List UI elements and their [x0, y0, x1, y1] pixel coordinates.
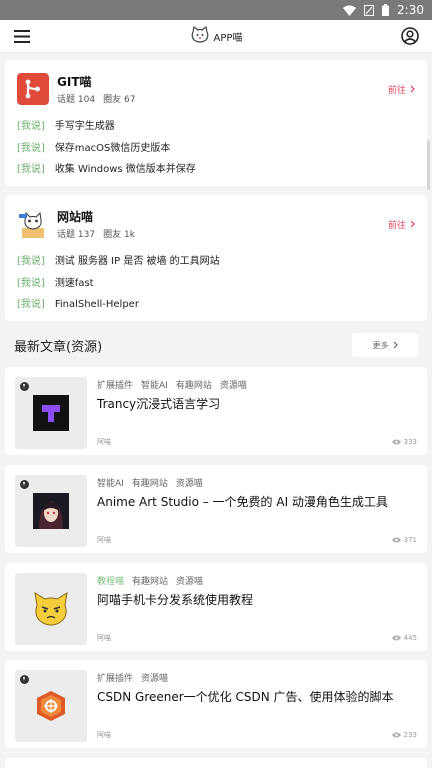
- tag[interactable]: 有趣网站: [132, 476, 168, 489]
- friend-count: 圈友 1k: [103, 229, 135, 240]
- app-brand: APP喵: [190, 25, 243, 47]
- post-item[interactable]: [我说] 测试 服务器 IP 是否 被墙 的工具网站: [17, 251, 415, 273]
- article-card[interactable]: 教程喵 有趣网站 资源喵 阿喵手机卡分发系统使用教程 阿喵 445: [5, 563, 427, 651]
- tag[interactable]: 有趣网站: [132, 574, 168, 587]
- view-count: 445: [391, 633, 417, 643]
- article-title[interactable]: Trancy沉浸式语言学习: [97, 395, 417, 412]
- status-bar: 2:30: [0, 0, 432, 20]
- signal-icon: [364, 4, 375, 16]
- circle-card-website: 网站喵 话题 137 圈友 1k 前往 [我说] 测试 服务器 IP 是否 被墙 …: [5, 195, 427, 321]
- anime-character-image: [33, 493, 69, 529]
- article-author: 阿喵: [97, 438, 111, 446]
- latest-articles-header: 最新文章(资源) 更多: [14, 332, 418, 358]
- goto-link[interactable]: 前往: [388, 218, 415, 231]
- circle-name[interactable]: GIT喵: [57, 74, 388, 90]
- article-tags: 扩展插件 资源喵: [97, 670, 417, 684]
- eye-icon: [391, 732, 401, 738]
- article-card[interactable]: 智能AI 有趣网站 资源喵 Anime Art Studio – 一个免费的 A…: [5, 465, 427, 553]
- article-tags: 智能AI 有趣网站 资源喵: [97, 475, 417, 489]
- topic-count: 话题 137: [57, 229, 96, 240]
- article-author: 阿喵: [97, 731, 111, 739]
- tag[interactable]: 资源喵: [220, 378, 247, 391]
- eye-icon: [391, 537, 401, 543]
- article-tags: 教程喵 有趣网站 资源喵: [97, 573, 417, 587]
- download-icon: [20, 480, 29, 489]
- menu-icon: [14, 29, 30, 43]
- article-card[interactable]: 扩展插件 资源喵 CSDN Greener一个优化 CSDN 广告、使用体验的脚…: [5, 660, 427, 748]
- tag[interactable]: 资源喵: [176, 476, 203, 489]
- tag[interactable]: 扩展插件: [97, 671, 133, 684]
- scrollbar[interactable]: [427, 140, 430, 190]
- cat-emoji-image: [34, 592, 68, 626]
- menu-button[interactable]: [12, 26, 32, 46]
- tag[interactable]: 有趣网站: [176, 378, 212, 391]
- chevron-right-icon: [410, 220, 415, 228]
- post-item[interactable]: [我说] 手写字生成器: [17, 116, 415, 138]
- post-item[interactable]: [我说] FinalShell-Helper: [17, 294, 415, 316]
- circle-name[interactable]: 网站喵: [57, 209, 388, 225]
- tag[interactable]: 扩展插件: [97, 378, 133, 391]
- status-time: 2:30: [397, 3, 424, 17]
- user-circle-icon: [401, 27, 419, 45]
- trancy-logo: [33, 395, 69, 431]
- battery-icon: [382, 4, 390, 16]
- eye-icon: [391, 635, 401, 641]
- article-title[interactable]: Anime Art Studio – 一个免费的 AI 动漫角色生成工具: [97, 493, 417, 510]
- view-count: 233: [391, 730, 417, 740]
- circle-card-git: GIT喵 话题 104 圈友 67 前往 [我说] 手写字生成器 [我说] 保存ma…: [5, 60, 427, 186]
- article-thumbnail: [15, 573, 87, 645]
- download-icon: [20, 675, 29, 684]
- tag[interactable]: 资源喵: [141, 671, 168, 684]
- article-author: 阿喵: [97, 536, 111, 544]
- website-cat-avatar[interactable]: [17, 208, 49, 240]
- tag[interactable]: 智能AI: [97, 476, 124, 489]
- post-item[interactable]: [我说] 收集 Windows 微信版本并保存: [17, 159, 415, 181]
- section-title: 最新文章(资源): [14, 339, 103, 355]
- view-count: 333: [391, 437, 417, 447]
- git-logo[interactable]: [17, 73, 49, 105]
- topic-count: 话题 104: [57, 94, 96, 105]
- app-title: APP喵: [213, 32, 243, 44]
- chevron-right-icon: [393, 341, 398, 349]
- post-item[interactable]: [我说] 保存macOS微信历史版本: [17, 138, 415, 160]
- wifi-icon: [343, 5, 357, 16]
- article-title[interactable]: 阿喵手机卡分发系统使用教程: [97, 591, 417, 608]
- more-button[interactable]: 更多: [352, 333, 418, 357]
- article-tags: 扩展插件 智能AI 有趣网站 资源喵: [97, 377, 417, 391]
- app-bar: APP喵: [0, 20, 432, 53]
- post-item[interactable]: [我说] 测速fast: [17, 273, 415, 295]
- view-count: 371: [391, 535, 417, 545]
- article-thumbnail: [15, 475, 87, 547]
- csdn-greener-logo: [37, 691, 65, 721]
- article-card[interactable]: 扩展插件 智能AI 有趣网站 资源喵 Trancy沉浸式语言学习 阿喵 333: [5, 367, 427, 455]
- article-author: 阿喵: [97, 634, 111, 642]
- tag[interactable]: 教程喵: [97, 574, 124, 587]
- eye-icon: [391, 439, 401, 445]
- profile-button[interactable]: [400, 26, 420, 46]
- cat-logo-icon: [190, 25, 210, 47]
- tag[interactable]: 智能AI: [141, 378, 168, 391]
- article-thumbnail: [15, 377, 87, 449]
- goto-link[interactable]: 前往: [388, 83, 415, 96]
- download-icon: [20, 382, 29, 391]
- chevron-right-icon: [410, 85, 415, 93]
- article-title[interactable]: CSDN Greener一个优化 CSDN 广告、使用体验的脚本: [97, 688, 417, 705]
- tag[interactable]: 资源喵: [176, 574, 203, 587]
- article-card-partial[interactable]: [5, 758, 427, 768]
- friend-count: 圈友 67: [103, 94, 136, 105]
- article-thumbnail: [15, 670, 87, 742]
